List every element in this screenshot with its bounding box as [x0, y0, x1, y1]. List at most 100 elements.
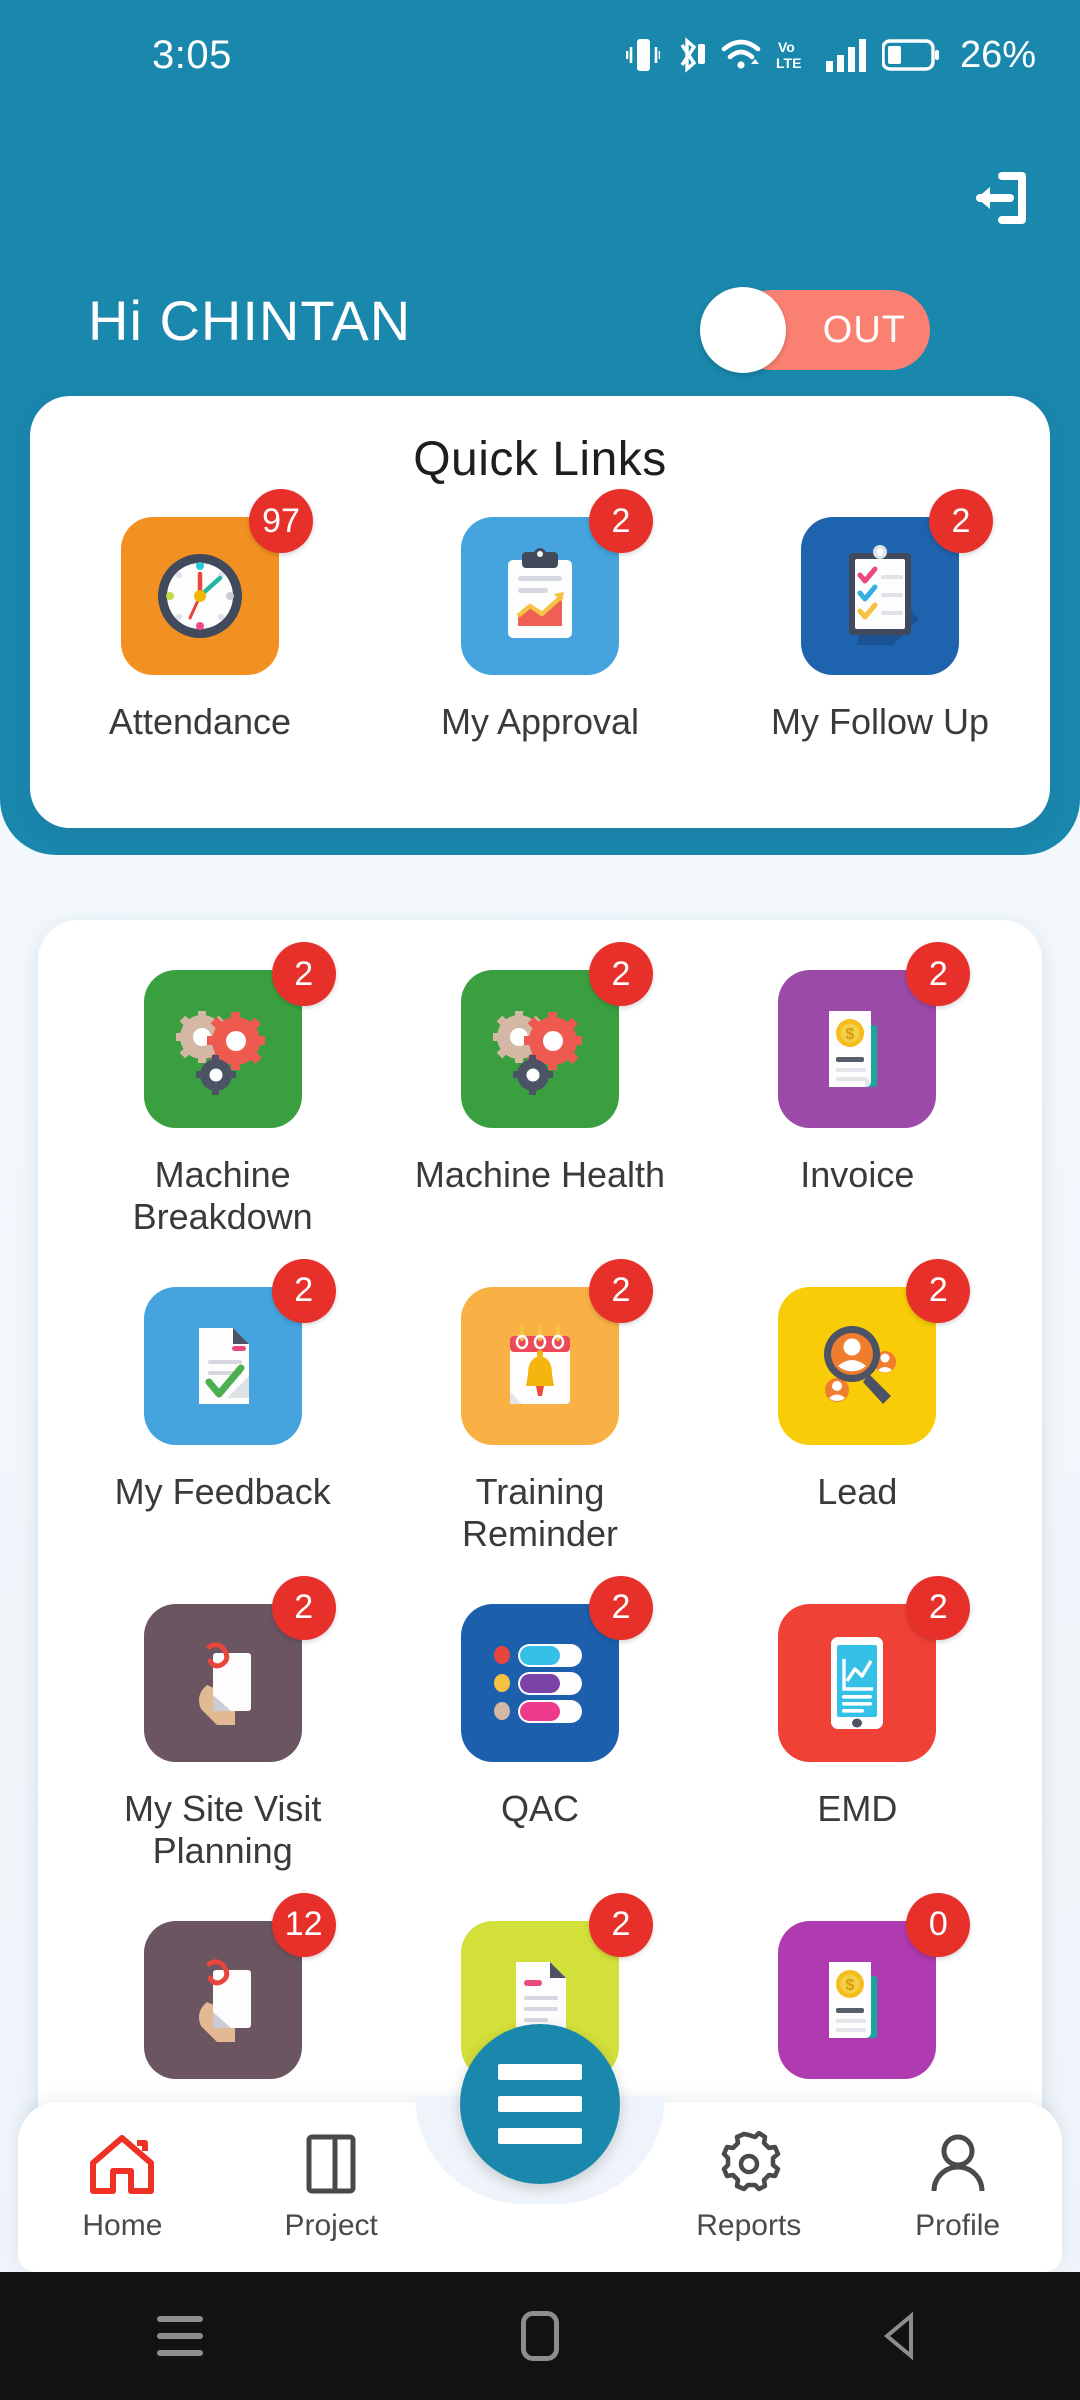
nav-label: Project — [284, 2209, 378, 2242]
tile-icon-wrap: 2 — [778, 1575, 971, 1762]
tile-label: Machine Breakdown — [132, 1154, 313, 1238]
module-lead[interactable]: 2 Lead — [699, 1258, 1016, 1556]
nav-label: Reports — [696, 2209, 802, 2242]
module-my-feedback[interactable]: 2 My Feedback — [64, 1258, 381, 1556]
svg-text:LTE: LTE — [776, 55, 801, 71]
badge: 2 — [271, 1258, 336, 1323]
quick-link-my-approval[interactable]: 2 My Approval — [390, 489, 690, 743]
status-bar: 3:05 Vo LTE 26% — [0, 0, 1080, 110]
badge: 2 — [588, 1892, 653, 1957]
clock-icon — [158, 554, 242, 638]
tile-icon-wrap: $ 0 — [778, 1892, 971, 2079]
badge: 2 — [271, 942, 336, 1006]
tile-icon-wrap: 2 — [143, 1258, 336, 1445]
module-machine-breakdown[interactable]: 2 Machine Breakdown — [64, 942, 381, 1239]
module-invoice[interactable]: $ 2 Invoice — [699, 942, 1016, 1239]
invoice-coin-icon: $ — [829, 1961, 878, 2038]
app-screen: 3:05 Vo LTE 26% Hi CHINTAN OUT Quick Lin… — [0, 0, 1080, 2400]
badge: 12 — [271, 1892, 336, 1957]
hand-document-icon — [198, 1642, 251, 1725]
menu-fab-button[interactable] — [460, 2024, 620, 2184]
tile-label: Attendance — [108, 701, 292, 742]
module-my-site-visit-planning[interactable]: 2 My Site Visit Planning — [64, 1575, 381, 1873]
wifi-icon — [721, 39, 761, 69]
logout-icon — [976, 172, 1026, 224]
book-icon — [306, 2134, 356, 2194]
android-navigation-bar — [0, 2272, 1080, 2400]
modules-grid: 2 Machine Breakdown 2 Machine Health $ 2… — [38, 920, 1042, 2105]
module-machine-health[interactable]: 2 Machine Health — [381, 942, 698, 1239]
tile-label: Lead — [817, 1470, 898, 1512]
nav-label: Home — [82, 2209, 163, 2242]
quick-links-card: Quick Links 97 Attendance 2 My Approval … — [30, 396, 1050, 828]
toggle-knob[interactable] — [700, 287, 786, 373]
module-row4-item1[interactable]: 12 — [64, 1892, 381, 2105]
badge: 2 — [271, 1575, 336, 1640]
calendar-bell-icon — [509, 1324, 570, 1404]
gears-icon — [492, 1011, 582, 1095]
android-recents-button[interactable] — [105, 2272, 255, 2400]
gears-icon — [175, 1011, 265, 1095]
tile-icon-wrap: $ 2 — [778, 942, 971, 1128]
module-training-reminder[interactable]: 2 Training Reminder — [381, 1258, 698, 1556]
module-qac[interactable]: 2 QAC — [381, 1575, 698, 1873]
tile-icon-wrap: 12 — [143, 1892, 336, 2079]
document-check-icon — [198, 1327, 249, 1404]
tile-icon-wrap: 2 — [801, 489, 993, 675]
tile-label: QAC — [500, 1787, 579, 1829]
tablet-chart-icon — [831, 1636, 884, 1729]
android-home-button[interactable] — [465, 2272, 615, 2400]
bluetooth-icon — [680, 37, 705, 73]
toggle-list-icon — [493, 1643, 582, 1723]
logout-button[interactable] — [952, 152, 1044, 244]
nav-item-home[interactable]: Home — [18, 2131, 227, 2243]
badge: 97 — [249, 489, 313, 553]
quick-link-my-follow-up[interactable]: 2 My Follow Up — [730, 489, 1030, 743]
battery-icon — [881, 39, 939, 71]
tile-label: Invoice — [800, 1154, 915, 1195]
quick-link-attendance[interactable]: 97 Attendance — [50, 489, 350, 743]
greeting-text: Hi CHINTAN — [88, 289, 412, 352]
menu-icon-bar — [498, 2064, 582, 2080]
quick-links-title: Quick Links — [413, 433, 667, 486]
badge: 2 — [588, 942, 653, 1006]
badge: 2 — [588, 1575, 653, 1640]
svg-text:$: $ — [846, 1026, 855, 1043]
tile-icon-wrap: 2 — [143, 1575, 336, 1762]
vibrate-icon — [625, 39, 660, 71]
status-bar-time: 3:05 — [152, 32, 232, 77]
badge: 2 — [906, 1258, 971, 1323]
tile-icon-wrap: 2 — [778, 1258, 971, 1445]
tile-icon-wrap: 2 — [460, 942, 653, 1128]
module-emd[interactable]: 2 EMD — [699, 1575, 1016, 1873]
hand-document-icon — [198, 1959, 251, 2042]
svg-text:$: $ — [846, 1977, 855, 1994]
search-people-icon — [824, 1325, 897, 1404]
badge: 2 — [906, 1575, 971, 1640]
nav-item-reports[interactable]: Reports — [644, 2131, 853, 2243]
clipboard-chart-icon — [508, 548, 572, 638]
attendance-toggle[interactable]: OUT — [700, 287, 930, 373]
nav-item-profile[interactable]: Profile — [853, 2131, 1062, 2243]
tile-label: My Feedback — [114, 1470, 331, 1512]
tile-icon-wrap: 2 — [460, 1258, 653, 1445]
menu-icon-bar — [498, 2128, 582, 2144]
tile-icon-wrap: 97 — [121, 489, 313, 675]
invoice-coin-icon: $ — [829, 1011, 878, 1087]
signal-icon — [825, 39, 866, 72]
tile-icon-wrap: 2 — [143, 942, 336, 1128]
tile-label: My Approval — [440, 701, 640, 742]
nav-item-project[interactable]: Project — [227, 2131, 436, 2243]
nav-label: Profile — [915, 2209, 1001, 2242]
module-row4-item3[interactable]: $ 0 — [699, 1892, 1016, 2105]
toggle-label: OUT — [822, 308, 906, 351]
badge: 0 — [906, 1892, 971, 1957]
quick-links-row: 97 Attendance 2 My Approval 2 My Follow … — [30, 489, 1050, 743]
gear-icon — [721, 2131, 781, 2192]
android-back-button[interactable] — [825, 2272, 975, 2400]
battery-percent-label: 26% — [959, 33, 1036, 76]
volte-icon: Vo LTE — [776, 39, 801, 71]
menu-icon-bar — [498, 2096, 582, 2112]
tile-label: EMD — [817, 1787, 898, 1829]
badge: 2 — [929, 489, 993, 553]
